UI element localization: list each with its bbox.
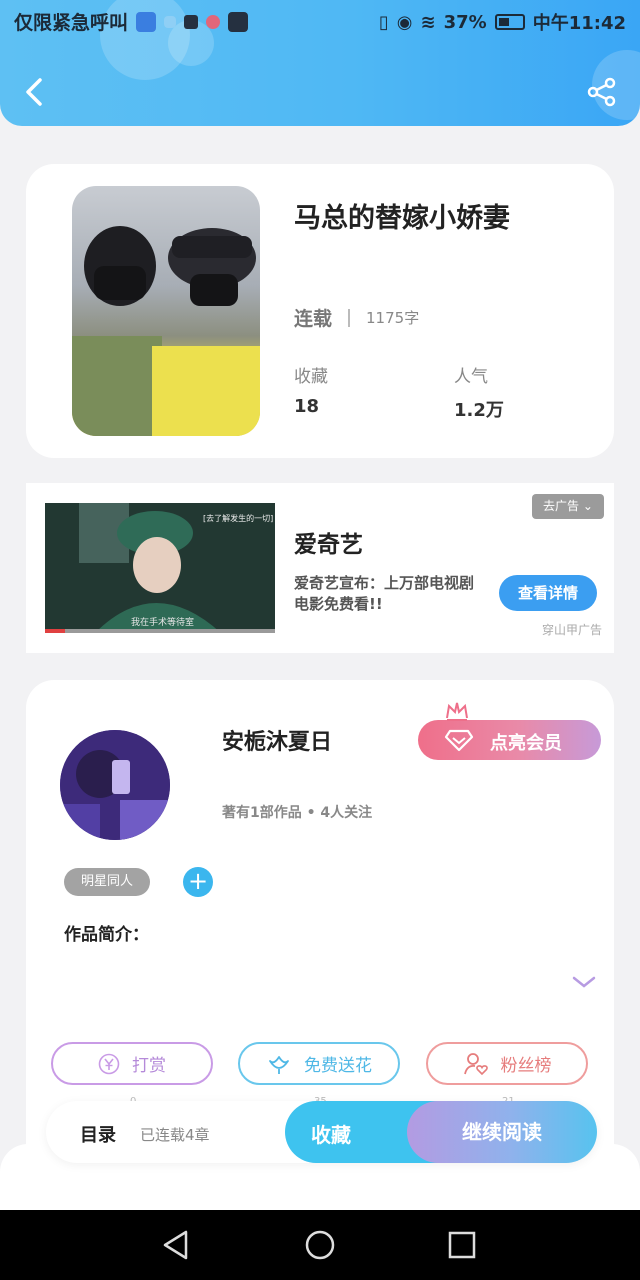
capcut-icon bbox=[228, 11, 249, 32]
ad-title: 爱奇艺 bbox=[294, 532, 363, 558]
word-count: 1175字 bbox=[366, 309, 420, 327]
ad-thumb-overlay-text: [去了解发生的一切] bbox=[203, 514, 274, 523]
diamond-icon bbox=[444, 729, 474, 752]
emergency-call-text: 仅限紧急呼叫 bbox=[14, 12, 129, 34]
reward-button[interactable]: 打赏 bbox=[51, 1042, 213, 1085]
category-tag[interactable]: 明星同人 bbox=[64, 868, 150, 896]
status-right: ▯ ◉ ≋ 37% 中午11:42 bbox=[379, 9, 626, 35]
battery-percent: 37% bbox=[443, 11, 487, 33]
author-avatar[interactable] bbox=[60, 730, 170, 840]
user-heart-icon bbox=[463, 1052, 488, 1075]
collect-label: 收藏 bbox=[311, 1123, 351, 1147]
serial-status: 连载 bbox=[294, 308, 333, 330]
yen-coin-icon bbox=[98, 1053, 120, 1074]
nav-recents-icon[interactable] bbox=[445, 1228, 479, 1262]
popularity-label: 人气 bbox=[454, 367, 488, 387]
add-tag-button[interactable]: + bbox=[183, 867, 213, 897]
book-title: 马总的替嫁小娇妻 bbox=[294, 203, 510, 234]
author-meta: 著有1部作品 • 4人关注 bbox=[222, 805, 373, 821]
back-button[interactable] bbox=[18, 72, 54, 112]
vip-label: 点亮会员 bbox=[490, 733, 562, 754]
book-status-row: 连载 1175字 bbox=[294, 304, 419, 331]
header: 仅限紧急呼叫 ▯ ◉ ≋ 37% 中午11:42 bbox=[0, 0, 640, 126]
status-left: 仅限紧急呼叫 bbox=[14, 8, 249, 35]
chevron-down-icon bbox=[572, 976, 596, 988]
fans-ranking-label: 粉丝榜 bbox=[500, 1056, 552, 1076]
flower-icon bbox=[269, 1055, 289, 1074]
toc-button[interactable]: 目录 bbox=[80, 1121, 116, 1147]
free-flower-button[interactable]: 免费送花 bbox=[238, 1042, 400, 1085]
remove-ad-label: 去广告 bbox=[543, 499, 580, 513]
shield-icon bbox=[136, 11, 157, 32]
remove-ad-button[interactable]: 去广告 ⌄ bbox=[532, 494, 604, 519]
book-info-card: 马总的替嫁小娇妻 连载 1175字 收藏 18 人气 1.2万 bbox=[26, 164, 614, 458]
chevron-down-icon: ⌄ bbox=[582, 499, 593, 513]
book-cover-image[interactable] bbox=[72, 186, 260, 436]
clock: 中午11:42 bbox=[532, 13, 626, 34]
nav-back-icon[interactable] bbox=[160, 1228, 194, 1262]
wifi-icon: ≋ bbox=[420, 11, 436, 33]
chapter-count: 已连载4章 bbox=[140, 1126, 210, 1144]
chevron-left-icon bbox=[26, 78, 42, 106]
intro-label: 作品简介： bbox=[64, 925, 149, 945]
status-bar: 仅限紧急呼叫 ▯ ◉ ≋ 37% 中午11:42 bbox=[0, 0, 640, 44]
favorites-label: 收藏 bbox=[294, 367, 328, 387]
system-nav-bar bbox=[0, 1210, 640, 1280]
ad-thumb-subtitle: 我在手术等待室 bbox=[131, 618, 195, 628]
app-icon bbox=[184, 14, 199, 29]
free-flower-label: 免费送花 bbox=[304, 1056, 372, 1076]
notification-icon bbox=[164, 15, 177, 28]
author-name: 安栀沐夏日 bbox=[222, 730, 333, 755]
share-icon bbox=[587, 77, 616, 107]
ad-description: 爱奇艺宣布：上万部电视剧电影免费看!! bbox=[294, 574, 475, 613]
continue-reading-button[interactable]: 继续阅读 bbox=[407, 1101, 597, 1163]
ad-video-thumbnail[interactable]: [去了解发生的一切] 我在手术等待室 bbox=[45, 503, 275, 633]
divider bbox=[348, 308, 351, 327]
crown-icon bbox=[446, 702, 468, 721]
vibrate-icon: ▯ bbox=[378, 11, 389, 33]
popularity-value: 1.2万 bbox=[454, 400, 504, 421]
reward-label: 打赏 bbox=[132, 1056, 166, 1076]
fans-ranking-button[interactable]: 粉丝榜 bbox=[426, 1042, 588, 1085]
battery-icon bbox=[494, 14, 525, 30]
expand-intro-button[interactable] bbox=[570, 972, 598, 992]
eye-icon: ◉ bbox=[396, 11, 413, 33]
ad-source: 穿山甲广告 bbox=[541, 623, 602, 637]
favorites-value: 18 bbox=[294, 396, 320, 417]
bottom-action-bar: 目录 已连载4章 收藏 继续阅读 bbox=[46, 1101, 597, 1163]
ad-details-button[interactable]: 查看详情 bbox=[499, 575, 597, 611]
share-button[interactable] bbox=[586, 76, 618, 108]
nav-home-icon[interactable] bbox=[303, 1228, 337, 1262]
app-icon bbox=[206, 14, 221, 29]
ad-banner[interactable]: [去了解发生的一切] 我在手术等待室 爱奇艺 爱奇艺宣布：上万部电视剧电影免费看… bbox=[26, 483, 614, 653]
vip-button[interactable]: 点亮会员 bbox=[418, 702, 601, 760]
